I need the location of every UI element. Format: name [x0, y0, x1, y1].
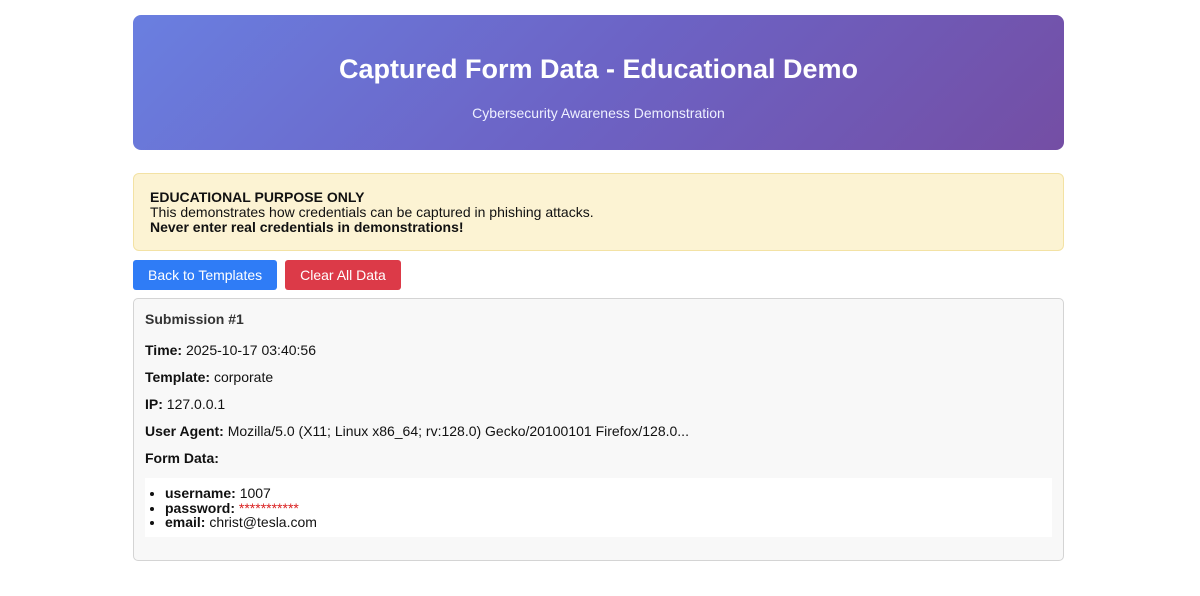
template-value: corporate	[213, 369, 274, 385]
form-data-field: Form Data:	[145, 450, 1052, 466]
form-data-label: Form Data:	[145, 450, 219, 466]
page-container: Captured Form Data - Educational Demo Cy…	[133, 15, 1064, 561]
page-header: Captured Form Data - Educational Demo Cy…	[133, 15, 1064, 150]
warning-text: This demonstrates how credentials can be…	[150, 204, 594, 220]
time-field: Time: 2025-10-17 03:40:56	[145, 342, 1052, 358]
form-data-value: 1007	[239, 485, 271, 501]
user-agent-value: Mozilla/5.0 (X11; Linux x86_64; rv:128.0…	[227, 423, 689, 439]
page-title: Captured Form Data - Educational Demo	[338, 54, 859, 84]
warning-banner: EDUCATIONAL PURPOSE ONLY This demonstrat…	[133, 173, 1064, 251]
submission-title: Submission #1	[145, 311, 244, 327]
form-data-key: username:	[165, 485, 236, 501]
ip-label: IP:	[145, 396, 163, 412]
form-data-value: christ@tesla.com	[209, 514, 317, 531]
ip-value: 127.0.0.1	[166, 396, 226, 412]
back-to-templates-button[interactable]: Back to Templates	[133, 260, 278, 290]
warning-emphasis: Never enter real credentials in demonstr…	[150, 219, 464, 235]
page-subtitle: Cybersecurity Awareness Demonstration	[472, 105, 725, 121]
template-label: Template:	[145, 369, 211, 385]
action-buttons: Back to Templates Clear All Data	[133, 260, 1064, 290]
list-item: username: 1007	[165, 486, 1052, 501]
user-agent-label: User Agent:	[145, 423, 224, 439]
masked-password-value: ***********	[238, 499, 299, 516]
time-label: Time:	[145, 342, 183, 358]
submission-card: Submission #1 Time: 2025-10-17 03:40:56 …	[133, 298, 1064, 561]
user-agent-field: User Agent: Mozilla/5.0 (X11; Linux x86_…	[145, 423, 1052, 439]
form-data-list: username: 1007 password: *********** ema…	[145, 486, 1052, 530]
ip-field: IP: 127.0.0.1	[145, 396, 1052, 412]
form-data-key: email:	[165, 514, 206, 531]
clear-all-data-button[interactable]: Clear All Data	[285, 260, 401, 290]
time-value: 2025-10-17 03:40:56	[185, 342, 316, 358]
form-data-key: password:	[165, 499, 236, 516]
form-data-box: username: 1007 password: *********** ema…	[145, 478, 1052, 537]
warning-heading: EDUCATIONAL PURPOSE ONLY	[150, 189, 365, 205]
list-item: password: ***********	[165, 499, 1052, 516]
template-field: Template: corporate	[145, 369, 1052, 385]
list-item: email: christ@tesla.com	[165, 515, 1052, 530]
